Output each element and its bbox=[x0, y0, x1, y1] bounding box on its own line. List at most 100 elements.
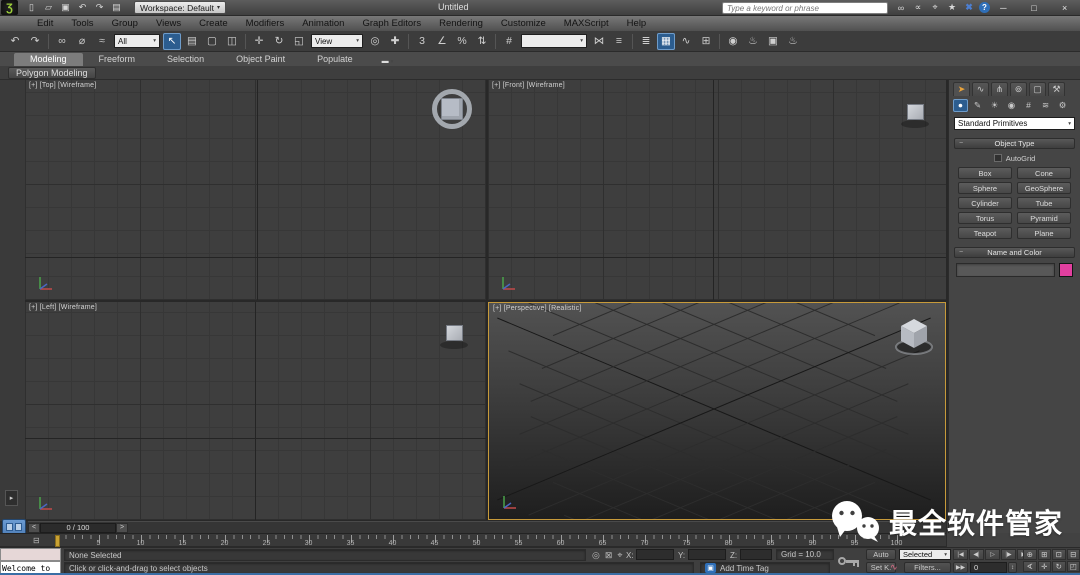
selection-filter-dropdown[interactable]: All▾ bbox=[114, 34, 160, 48]
teapot-button[interactable]: Teapot bbox=[958, 227, 1012, 239]
current-frame-marker[interactable] bbox=[55, 535, 60, 547]
select-and-link-icon[interactable]: ∞ bbox=[53, 33, 71, 50]
viewport-perspective[interactable]: [+] [Perspective] [Realistic] bbox=[488, 302, 946, 520]
viewcube-icon[interactable] bbox=[907, 104, 924, 120]
current-frame-field[interactable]: 0 bbox=[970, 562, 1007, 573]
viewport-left-label[interactable]: [+] [Left] [Wireframe] bbox=[29, 304, 97, 311]
menu-views[interactable]: Views bbox=[147, 18, 190, 29]
cameras-category[interactable]: ◉ bbox=[1004, 99, 1019, 112]
key-mode-toggle[interactable]: ▶▶ bbox=[953, 562, 968, 573]
select-and-manipulate-icon[interactable]: ✚ bbox=[386, 33, 404, 50]
bind-to-space-warp-icon[interactable]: ≈ bbox=[93, 33, 111, 50]
systems-category[interactable]: ⚙ bbox=[1055, 99, 1070, 112]
workspace-dropdown[interactable]: Workspace: Default ▾ bbox=[134, 1, 226, 14]
material-editor-icon[interactable]: ◉ bbox=[724, 33, 742, 50]
search-input[interactable]: Type a keyword or phrase bbox=[722, 2, 888, 14]
modify-tab[interactable]: ∿ bbox=[972, 82, 989, 96]
select-and-scale-icon[interactable]: ◱ bbox=[290, 33, 308, 50]
field-of-view-icon[interactable]: ∢ bbox=[1023, 561, 1037, 572]
go-to-start-button[interactable]: |◀ bbox=[953, 549, 968, 560]
sign-in-icon[interactable]: ∝ bbox=[911, 1, 925, 14]
object-color-swatch[interactable] bbox=[1059, 263, 1073, 277]
angle-snap-toggle-icon[interactable]: ∠ bbox=[433, 33, 451, 50]
selection-set-dropdown[interactable]: Selected ▾ bbox=[899, 549, 951, 560]
menu-animation[interactable]: Animation bbox=[293, 18, 353, 29]
curve-editor-icon[interactable]: ∿ bbox=[677, 33, 695, 50]
snaps-toggle-icon[interactable]: 3 bbox=[413, 33, 431, 50]
tab-modeling[interactable]: Modeling bbox=[14, 53, 83, 66]
object-type-rollout-header[interactable]: − Object Type bbox=[954, 138, 1075, 149]
pyramid-button[interactable]: Pyramid bbox=[1017, 212, 1071, 224]
favorites-icon[interactable]: ★ bbox=[945, 1, 959, 14]
close-button[interactable]: × bbox=[1054, 3, 1076, 13]
helpers-category[interactable]: # bbox=[1021, 99, 1036, 112]
hierarchy-tab[interactable]: ⋔ bbox=[991, 82, 1008, 96]
menu-customize[interactable]: Customize bbox=[492, 18, 555, 29]
previous-frame-button[interactable]: ◀| bbox=[969, 549, 984, 560]
absolute-offset-toggle-icon[interactable]: ⌖ bbox=[617, 550, 622, 561]
motion-tab[interactable]: ⊚ bbox=[1010, 82, 1027, 96]
select-by-name-icon[interactable]: ▤ bbox=[183, 33, 201, 50]
viewport-top-label[interactable]: [+] [Top] [Wireframe] bbox=[29, 82, 96, 89]
render-setup-icon[interactable]: ♨ bbox=[744, 33, 762, 50]
project-folder-icon[interactable]: ▤ bbox=[109, 1, 124, 14]
maximize-viewport-icon[interactable]: ◰ bbox=[1067, 561, 1080, 572]
tab-object-paint[interactable]: Object Paint bbox=[220, 53, 301, 66]
previous-frame-arrow[interactable]: < bbox=[28, 523, 40, 533]
torus-button[interactable]: Torus bbox=[958, 212, 1012, 224]
zoom-extents-icon[interactable]: ⊡ bbox=[1052, 549, 1066, 560]
isolate-selection-icon[interactable]: ◎ bbox=[592, 550, 600, 561]
orbit-icon[interactable]: ↻ bbox=[1052, 561, 1066, 572]
tab-selection[interactable]: Selection bbox=[151, 53, 220, 66]
menu-modifiers[interactable]: Modifiers bbox=[237, 18, 294, 29]
autogrid-checkbox[interactable] bbox=[994, 154, 1002, 162]
space-warps-category[interactable]: ≋ bbox=[1038, 99, 1053, 112]
pan-icon[interactable]: ✛ bbox=[1038, 561, 1052, 572]
time-slider-track[interactable]: < 0 / 100 > bbox=[28, 521, 946, 533]
render-production-icon[interactable]: ♨ bbox=[784, 33, 802, 50]
x-coordinate-field[interactable] bbox=[636, 549, 674, 560]
spinner-snap-toggle-icon[interactable]: ⇅ bbox=[473, 33, 491, 50]
tab-populate[interactable]: Populate bbox=[301, 53, 369, 66]
edit-named-selection-sets-icon[interactable]: # bbox=[500, 33, 518, 50]
viewport-front[interactable]: [+] [Front] [Wireframe] bbox=[488, 80, 946, 300]
new-scene-icon[interactable]: ▯ bbox=[24, 1, 39, 14]
schematic-view-icon[interactable]: ⊞ bbox=[697, 33, 715, 50]
save-file-icon[interactable]: ▣ bbox=[58, 1, 73, 14]
open-file-icon[interactable]: ▱ bbox=[41, 1, 56, 14]
zoom-extents-all-icon[interactable]: ⊟ bbox=[1067, 549, 1080, 560]
sphere-button[interactable]: Sphere bbox=[958, 182, 1012, 194]
selection-lock-icon[interactable]: ⊠ bbox=[605, 550, 613, 561]
macro-recorder-line[interactable] bbox=[0, 548, 61, 561]
name-color-rollout-header[interactable]: − Name and Color bbox=[954, 247, 1075, 258]
mini-curve-editor-button[interactable]: ⊟ bbox=[33, 536, 40, 545]
select-and-move-icon[interactable]: ✛ bbox=[250, 33, 268, 50]
viewport-perspective-label[interactable]: [+] [Perspective] [Realistic] bbox=[493, 305, 581, 312]
viewport-left[interactable]: [+] [Left] [Wireframe] bbox=[25, 302, 486, 520]
redo-icon[interactable]: ↷ bbox=[26, 33, 44, 50]
geosphere-button[interactable]: GeoSphere bbox=[1017, 182, 1071, 194]
z-coordinate-field[interactable] bbox=[740, 549, 772, 560]
menu-create[interactable]: Create bbox=[190, 18, 237, 29]
rectangular-selection-region-icon[interactable]: ▢ bbox=[203, 33, 221, 50]
play-button[interactable]: ▷ bbox=[985, 549, 1000, 560]
unlink-selection-icon[interactable]: ⌀ bbox=[73, 33, 91, 50]
exchange-apps-icon[interactable]: ✖ bbox=[962, 1, 976, 14]
create-tab[interactable]: ➤ bbox=[953, 82, 970, 96]
window-crossing-icon[interactable]: ◫ bbox=[223, 33, 241, 50]
viewport-front-label[interactable]: [+] [Front] [Wireframe] bbox=[492, 82, 565, 89]
box-button[interactable]: Box bbox=[958, 167, 1012, 179]
select-object-icon[interactable]: ↖ bbox=[163, 33, 181, 50]
named-selection-sets-dropdown[interactable]: ▾ bbox=[521, 34, 587, 48]
menu-group[interactable]: Group bbox=[103, 18, 147, 29]
toggle-scene-explorer-icon[interactable]: ▦ bbox=[657, 33, 675, 50]
communication-center-icon[interactable]: ⌖ bbox=[928, 1, 942, 14]
menu-edit[interactable]: Edit bbox=[28, 18, 62, 29]
key-filters-button[interactable]: Filters... bbox=[904, 562, 951, 573]
viewcube-top-face[interactable] bbox=[441, 98, 463, 120]
viewcube-icon[interactable] bbox=[891, 315, 937, 357]
next-frame-button[interactable]: |▶ bbox=[1001, 549, 1016, 560]
menu-graph-editors[interactable]: Graph Editors bbox=[353, 18, 430, 29]
ribbon-config-button[interactable]: ▬▾ bbox=[377, 57, 399, 66]
redo-icon[interactable]: ↷ bbox=[92, 1, 107, 14]
